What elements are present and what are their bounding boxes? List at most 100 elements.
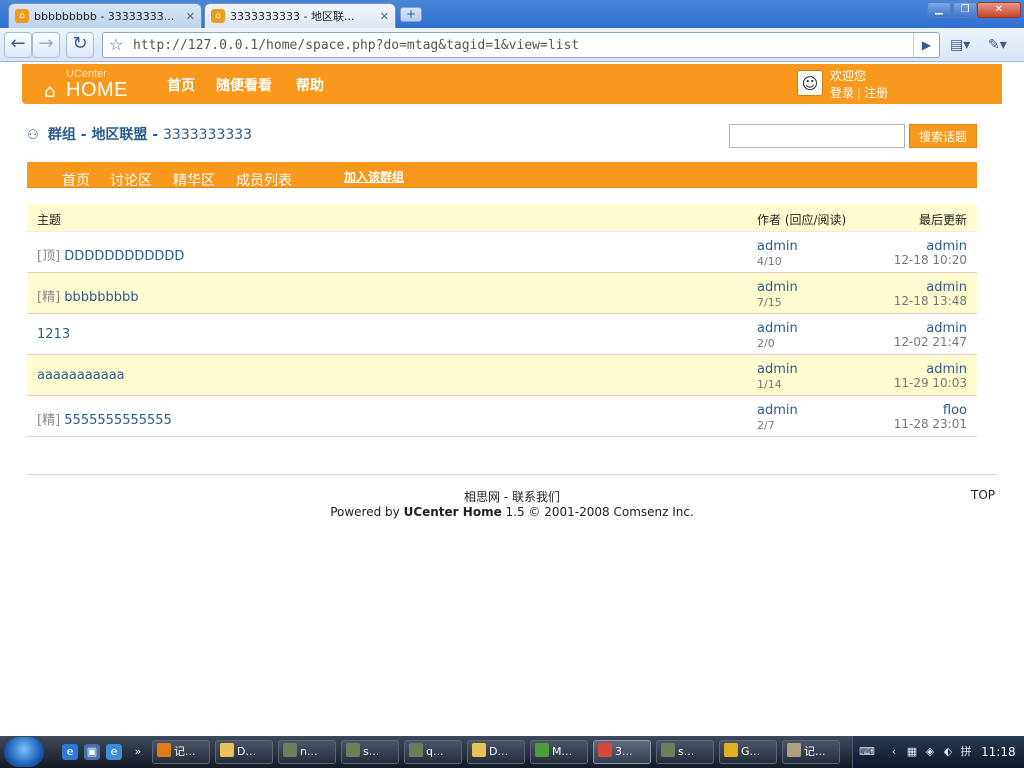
taskbar-item[interactable]: G... — [719, 740, 777, 764]
site-header: ⌂ UCenter HOME 首页 随便看看 帮助 ☺ 欢迎您 登录 | 注册 — [22, 64, 999, 104]
address-bar[interactable]: ☆ http://127.0.0.1/home/space.php?do=mta… — [102, 32, 940, 58]
subnav-digest[interactable]: 精华区 — [173, 170, 215, 190]
network-icon[interactable]: ▦ — [905, 745, 919, 759]
nav-random[interactable]: 随便看看 — [216, 75, 272, 95]
topic-title[interactable]: 1213 — [37, 327, 70, 342]
group-icon: ⚇ — [27, 128, 39, 143]
avatar[interactable]: ☺ — [797, 70, 823, 96]
taskbar-item[interactable]: D... — [467, 740, 525, 764]
subnav-members[interactable]: 成员列表 — [236, 170, 292, 190]
topic-title[interactable]: bbbbbbbbb — [64, 290, 138, 305]
nav-help[interactable]: 帮助 — [296, 75, 324, 95]
taskbar-item[interactable]: s... — [341, 740, 399, 764]
taskbar-item-label: s... — [363, 745, 380, 758]
close-tab-icon[interactable]: ✕ — [186, 10, 195, 23]
quicklaunch-more-icon[interactable]: » — [130, 744, 146, 760]
show-hidden-icon[interactable]: ‹ — [887, 745, 901, 759]
tab-title: bbbbbbbbb - 33333333... — [34, 9, 175, 23]
breadcrumb-group-name[interactable]: 3333333333 — [163, 127, 252, 143]
antivirus-icon[interactable]: ⬖ — [941, 745, 955, 759]
home-icon: ⌂ — [44, 81, 56, 102]
topic-author[interactable]: admin — [757, 321, 798, 336]
footer-contact-link[interactable]: 联系我们 — [512, 490, 560, 504]
subnav-home[interactable]: 首页 — [62, 170, 90, 190]
url-text[interactable]: http://127.0.0.1/home/space.php?do=mtag&… — [133, 38, 579, 53]
page-menu-icon[interactable]: ▤▾ — [950, 34, 970, 56]
last-reply-user[interactable]: floo — [943, 403, 967, 418]
taskbar-item[interactable]: M... — [530, 740, 588, 764]
tab-title: 3333333333 - 地区联... — [230, 10, 355, 23]
folder-icon — [220, 743, 234, 757]
topic-subject[interactable]: [精] 5555555555555 — [37, 409, 172, 428]
topic-search-input[interactable] — [729, 124, 905, 148]
search-topics-button[interactable]: 搜索话题 — [909, 124, 977, 148]
ime-icon[interactable]: 拼 — [959, 745, 973, 759]
taskbar-item[interactable]: s... — [656, 740, 714, 764]
table-row: [精] bbbbbbbbb admin 7/15 admin 12-18 13:… — [27, 273, 977, 314]
minimize-button[interactable]: ▁ — [927, 2, 951, 18]
go-icon[interactable]: ▶ — [913, 33, 939, 57]
start-button[interactable] — [4, 737, 44, 767]
taskbar-item[interactable]: q... — [404, 740, 462, 764]
breadcrumb-category[interactable]: 地区联盟 — [91, 127, 147, 143]
subnav-discussion[interactable]: 讨论区 — [110, 170, 152, 190]
nav-home[interactable]: 首页 — [167, 75, 195, 95]
close-tab-icon[interactable]: ✕ — [380, 10, 389, 23]
topic-author[interactable]: admin — [757, 362, 798, 377]
back-to-top-link[interactable]: TOP — [971, 488, 995, 502]
topic-subject[interactable]: [精] bbbbbbbbb — [37, 286, 139, 305]
forward-button[interactable]: → — [32, 32, 60, 58]
last-reply-user[interactable]: admin — [926, 362, 967, 377]
taskbar: e ▣ e » 记... D... n... s... q... D... M... 3...… — [0, 736, 1024, 768]
ie-icon[interactable]: e — [62, 744, 78, 760]
back-button[interactable]: ← — [4, 32, 32, 58]
taskbar-item[interactable]: 记... — [152, 740, 210, 764]
chrome-icon — [598, 743, 612, 757]
topic-title[interactable]: DDDDDDDDDDDD — [64, 249, 184, 264]
taskbar-item[interactable]: 记... — [782, 740, 840, 764]
topic-author[interactable]: admin — [757, 280, 798, 295]
taskbar-item-label: s... — [678, 745, 695, 758]
last-reply-user[interactable]: admin — [926, 239, 967, 254]
login-link[interactable]: 登录 — [830, 86, 854, 100]
editor-icon — [283, 743, 297, 757]
topic-author[interactable]: admin — [757, 239, 798, 254]
security-icon[interactable]: ◈ — [923, 745, 937, 759]
taskbar-item-label: n... — [300, 745, 318, 758]
breadcrumb-groups[interactable]: 群组 — [48, 127, 76, 143]
home-favicon-icon: ⌂ — [15, 9, 29, 23]
topic-subject[interactable]: [顶] DDDDDDDDDDDD — [37, 245, 184, 264]
register-link[interactable]: 注册 — [864, 86, 888, 100]
maximize-button[interactable]: ❐ — [953, 2, 977, 18]
topic-subject[interactable]: 1213 — [37, 327, 70, 342]
tab-inactive[interactable]: ⌂ bbbbbbbbb - 33333333... ✕ — [8, 3, 202, 28]
taskbar-item[interactable]: D... — [215, 740, 273, 764]
browser-window: ⌂ bbbbbbbbb - 33333333... ✕ ⌂ 3333333333… — [0, 0, 1024, 62]
topic-author[interactable]: admin — [757, 403, 798, 418]
keyboard-icon[interactable]: ⌨ — [859, 745, 875, 759]
product-link[interactable]: UCenter Home — [404, 505, 502, 519]
taskbar-item[interactable]: 3... — [593, 740, 651, 764]
topic-counts: 1/14 — [757, 378, 782, 391]
breadcrumb-sep: - — [75, 127, 92, 143]
join-group-link[interactable]: 加入该群组 — [344, 168, 404, 185]
last-reply-user[interactable]: admin — [926, 280, 967, 295]
taskbar-item-label: 记... — [804, 745, 826, 758]
topic-subject[interactable]: aaaaaaaaaaa — [37, 368, 125, 383]
tab-active[interactable]: ⌂ 3333333333 - 地区联... ✕ — [204, 3, 396, 28]
taskbar-item[interactable]: n... — [278, 740, 336, 764]
eclipse-icon — [535, 743, 549, 757]
new-tab-button[interactable]: + — [400, 7, 422, 22]
show-desktop-icon[interactable]: ▣ — [84, 744, 100, 760]
topic-title[interactable]: 5555555555555 — [64, 413, 172, 428]
header-last-update: 最后更新 — [918, 213, 967, 227]
footer-site-link[interactable]: 相思网 — [464, 490, 500, 504]
bookmark-star-icon[interactable]: ☆ — [109, 35, 123, 54]
close-window-button[interactable]: ✕ — [977, 2, 1021, 18]
reload-button[interactable]: ↻ — [66, 32, 94, 58]
last-reply-user[interactable]: admin — [926, 321, 967, 336]
ie-secondary-icon[interactable]: e — [106, 744, 122, 760]
wrench-menu-icon[interactable]: ✎▾ — [988, 34, 1007, 56]
topic-title[interactable]: aaaaaaaaaaa — [37, 368, 125, 383]
footer-dash: - — [500, 490, 512, 504]
